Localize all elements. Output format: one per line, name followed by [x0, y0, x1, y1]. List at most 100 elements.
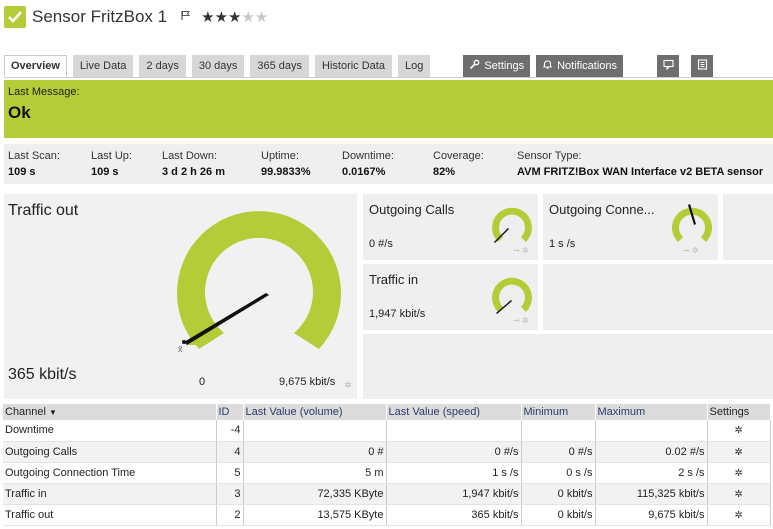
gauge-dial [177, 211, 341, 349]
tab-log[interactable]: Log [397, 55, 431, 77]
gauge-settings-icon[interactable]: ⊸ ✲ [513, 316, 529, 325]
gauge-traffic-out[interactable]: Traffic out x̄ 365 kbit/s 0 9,675 kbit/s… [4, 194, 357, 399]
tab-divider [4, 77, 773, 78]
last-scan: Last Scan: 109 s [8, 150, 60, 178]
notifications-label: Notifications [557, 60, 618, 72]
bell-icon [542, 59, 553, 73]
channel-settings[interactable]: ✲ [707, 483, 771, 505]
cell-maximum: 2 s /s [595, 462, 708, 484]
last-down-value: 3 d 2 h 26 m [162, 166, 225, 178]
last-down: Last Down: 3 d 2 h 26 m [162, 150, 225, 178]
notifications-button[interactable]: Notifications [536, 55, 624, 77]
channel-settings[interactable]: ✲ [707, 420, 771, 442]
cell-speed: 365 kbit/s [386, 504, 522, 526]
gauge-value: 1 s /s [549, 238, 576, 250]
cell-maximum: 9,675 kbit/s [595, 504, 708, 526]
sensor-header: Sensor FritzBox 1 ★★★★★ [4, 4, 268, 30]
gauge-placeholder [543, 264, 773, 330]
star-icon[interactable]: ★ [228, 9, 241, 26]
last-message-value: Ok [8, 103, 31, 122]
gauge-name: Outgoing Conne... [549, 202, 655, 217]
downtime: Downtime: 0.0167% [342, 150, 394, 178]
star-icon[interactable]: ★ [201, 9, 214, 26]
wrench-icon [469, 59, 480, 73]
table-row[interactable]: Traffic out 2 13,575 KByte 365 kbit/s 0 … [3, 504, 771, 526]
channel-settings[interactable]: ✲ [707, 504, 771, 526]
tab-bar: Overview Live Data 2 days 30 days 365 da… [4, 55, 719, 77]
settings-label: Settings [484, 60, 525, 72]
flag-icon[interactable] [181, 10, 191, 24]
sensor-type-label: Sensor Type: [517, 150, 582, 162]
column-header-id[interactable]: ID [216, 404, 244, 420]
table-row[interactable]: Outgoing Connection Time 5 5 m 1 s /s 0 … [3, 462, 771, 484]
star-icon[interactable]: ★ [215, 9, 228, 26]
coverage-value: 82% [433, 166, 456, 178]
gear-icon[interactable]: ✲ [735, 447, 743, 458]
column-header-minimum[interactable]: Minimum [521, 404, 596, 420]
column-header-last-volume[interactable]: Last Value (volume) [243, 404, 387, 420]
gauge-settings-icon[interactable]: ✲ [344, 380, 352, 391]
priority-stars[interactable]: ★★★★★ [201, 8, 268, 26]
gauge-traffic-in[interactable]: Traffic in 1,947 kbit/s ⊸ ✲ [363, 264, 538, 330]
uptime-label: Uptime: [261, 150, 299, 162]
cell-maximum: 0.02 #/s [595, 441, 708, 463]
cell-channel[interactable]: Traffic out [3, 504, 217, 526]
cell-speed: 1,947 kbit/s [386, 483, 522, 505]
cell-volume: 5 m [243, 462, 387, 484]
comment-button[interactable] [657, 55, 680, 77]
settings-button[interactable]: Settings [463, 55, 531, 77]
gear-icon[interactable]: ✲ [735, 489, 743, 500]
gauge-dial [492, 277, 532, 314]
gear-icon[interactable]: ✲ [735, 468, 743, 479]
gauge-settings-icon[interactable]: ⊸ ✲ [513, 246, 529, 255]
tab-historic-data[interactable]: Historic Data [315, 55, 392, 77]
status-ok-icon [4, 6, 26, 28]
column-header-settings: Settings [707, 404, 771, 420]
last-message-label: Last Message: [8, 86, 80, 98]
gauge-outgoing-calls[interactable]: Outgoing Calls 0 #/s ⊸ ✲ [363, 194, 538, 260]
table-row[interactable]: Downtime -4 ✲ [3, 420, 771, 442]
comment-icon [662, 59, 674, 73]
tab-overview[interactable]: Overview [4, 55, 67, 77]
gear-icon[interactable]: ✲ [735, 510, 743, 521]
list-view-button[interactable] [691, 55, 714, 77]
cell-minimum: 0 s /s [521, 462, 596, 484]
cell-id: 4 [216, 441, 244, 463]
tab-2-days[interactable]: 2 days [139, 55, 186, 77]
star-icon[interactable]: ★ [241, 9, 254, 26]
cell-channel[interactable]: Traffic in [3, 483, 217, 505]
last-up-value: 109 s [91, 166, 119, 178]
column-header-channel[interactable]: Channel ▼ [3, 404, 217, 420]
sensor-type-value: AVM FRITZ!Box WAN Interface v2 BETA sens… [517, 166, 764, 178]
cell-minimum: 0 kbit/s [521, 504, 596, 526]
channel-settings[interactable]: ✲ [707, 441, 771, 463]
cell-channel[interactable]: Downtime [3, 420, 217, 442]
cell-channel[interactable]: Outgoing Calls [3, 441, 217, 463]
table-row[interactable]: Outgoing Calls 4 0 # 0 #/s 0 #/s 0.02 #/… [3, 441, 771, 463]
gauge-placeholder [363, 334, 773, 399]
column-header-last-speed[interactable]: Last Value (speed) [386, 404, 522, 420]
tab-live-data[interactable]: Live Data [72, 55, 134, 77]
cell-minimum [521, 420, 596, 442]
gauge-settings-icon[interactable]: ⊸ ✲ [683, 246, 699, 255]
cell-speed [386, 420, 522, 442]
gear-icon[interactable]: ✲ [735, 425, 743, 436]
gauge-dial [672, 204, 712, 242]
cell-id: 2 [216, 504, 244, 526]
cell-channel[interactable]: Outgoing Connection Time [3, 462, 217, 484]
gauge-outgoing-connection-time[interactable]: Outgoing Conne... 1 s /s ⊸ ✲ [543, 194, 718, 260]
table-row[interactable]: Traffic in 3 72,335 KByte 1,947 kbit/s 0… [3, 483, 771, 505]
cell-volume: 72,335 KByte [243, 483, 387, 505]
uptime-value: 99.9833% [261, 166, 311, 178]
tab-365-days[interactable]: 365 days [250, 55, 310, 77]
gauge-placeholder [723, 194, 773, 260]
column-header-maximum[interactable]: Maximum [595, 404, 708, 420]
star-icon[interactable]: ★ [255, 9, 268, 26]
channel-settings[interactable]: ✲ [707, 462, 771, 484]
sensor-info-bar: Last Scan: 109 s Last Up: 109 s Last Dow… [4, 144, 773, 184]
cell-volume: 13,575 KByte [243, 504, 387, 526]
uptime: Uptime: 99.9833% [261, 150, 311, 178]
cell-maximum [595, 420, 708, 442]
tab-30-days[interactable]: 30 days [191, 55, 245, 77]
cell-maximum: 115,325 kbit/s [595, 483, 708, 505]
